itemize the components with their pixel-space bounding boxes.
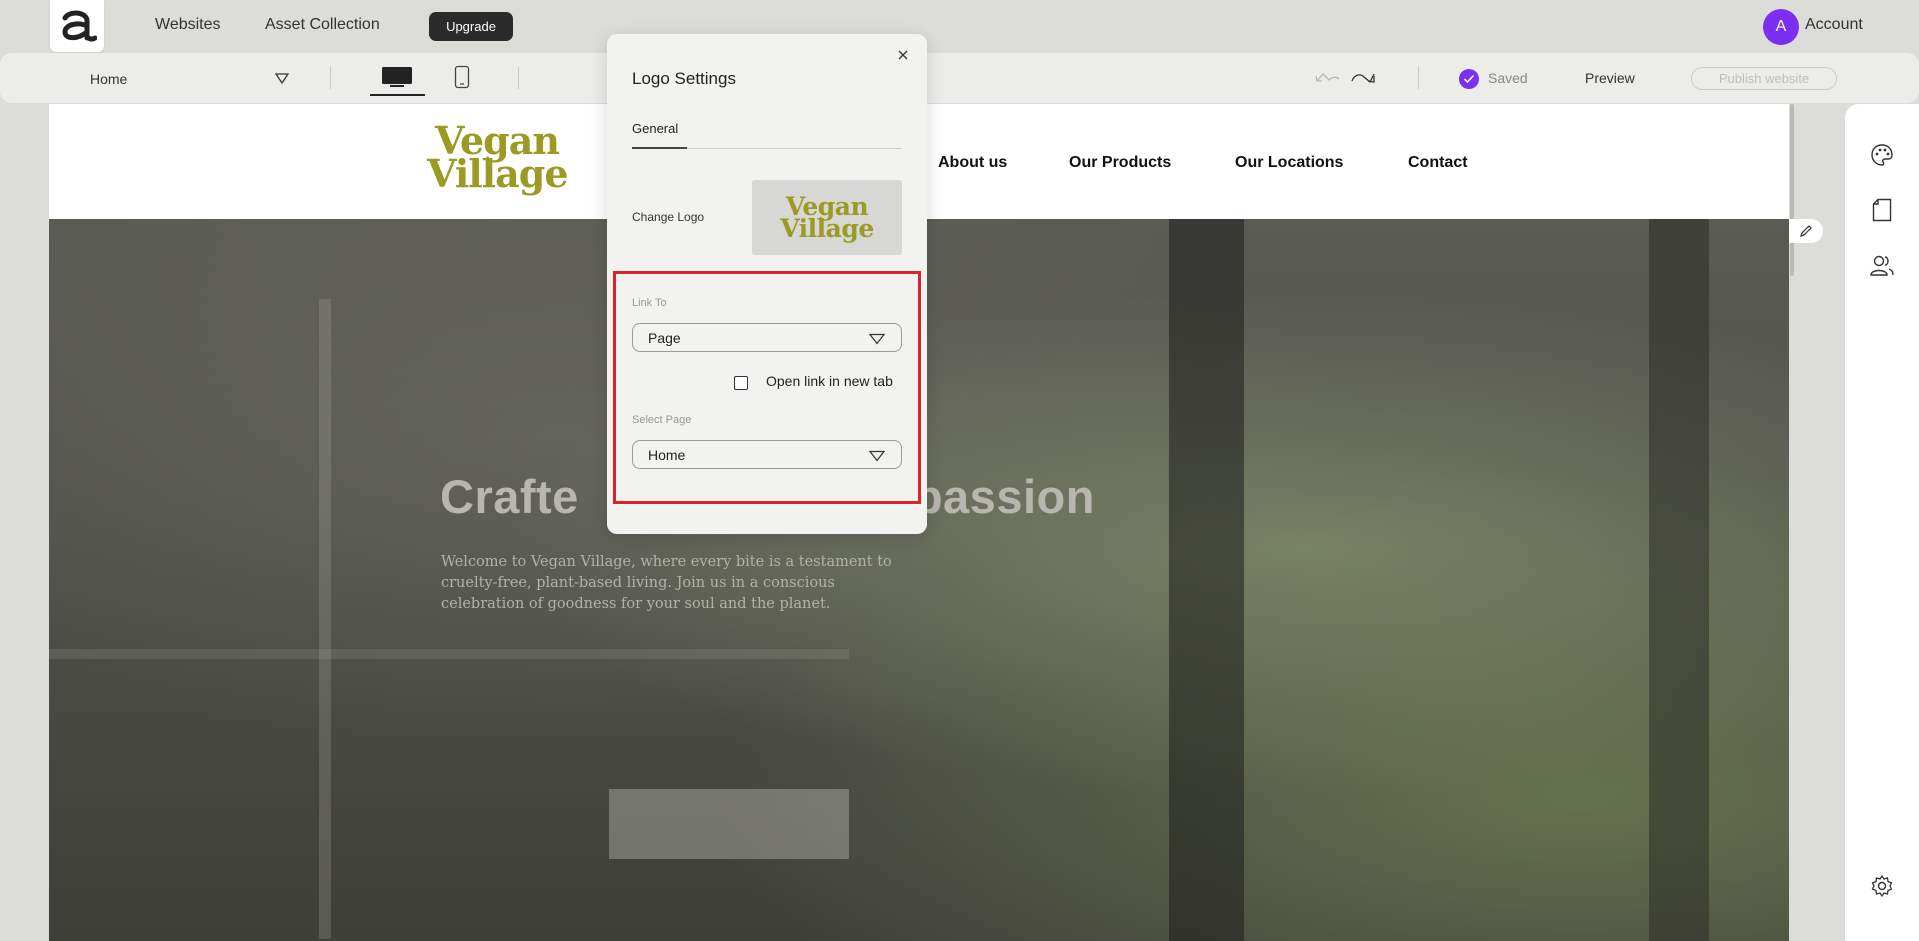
open-new-tab-label[interactable]: Open link in new tab	[766, 373, 893, 389]
site-nav-contact[interactable]: Contact	[1408, 154, 1468, 172]
nav-asset-collection[interactable]: Asset Collection	[265, 16, 380, 34]
site-logo-line2: Village	[427, 151, 569, 196]
hero-title-left: Crafte	[440, 470, 579, 523]
panel-title: Logo Settings	[632, 69, 736, 88]
logo-preview-line2: Village	[780, 213, 874, 243]
site-nav-products[interactable]: Our Products	[1069, 154, 1171, 172]
close-icon	[898, 50, 908, 60]
hero-title-right: passion	[913, 470, 1095, 523]
publish-button[interactable]: Publish website	[1691, 67, 1837, 90]
avatar[interactable]: A	[1763, 9, 1799, 45]
pencil-icon	[1800, 225, 1812, 237]
mobile-view-button[interactable]	[452, 59, 472, 95]
desktop-view-button[interactable]	[380, 59, 414, 95]
hero-bench	[609, 789, 849, 859]
tab-general[interactable]: General	[632, 121, 678, 136]
hero-shadow	[1169, 219, 1244, 941]
redo-button[interactable]	[1350, 59, 1376, 95]
undo-button[interactable]	[1315, 59, 1341, 95]
app-logo-icon	[62, 10, 97, 42]
mobile-icon	[454, 65, 470, 89]
open-new-tab-checkbox[interactable]	[734, 376, 748, 390]
hero-shadow	[1649, 219, 1709, 941]
logo-settings-panel: Logo Settings General Change Logo Vegan …	[607, 34, 927, 534]
editor-toolbar: Home Saved Preview Publish website	[0, 53, 1919, 103]
page-selector[interactable]: Home	[90, 71, 290, 87]
users-icon[interactable]	[1870, 254, 1894, 278]
desktop-icon	[382, 67, 412, 87]
divider	[518, 67, 519, 89]
save-status: Saved	[1488, 70, 1528, 86]
active-device-indicator	[370, 94, 425, 96]
site-nav-locations[interactable]: Our Locations	[1235, 154, 1343, 172]
select-page-label: Select Page	[632, 414, 692, 426]
logo-preview-image: Vegan Village	[780, 194, 874, 243]
link-to-value: Page	[648, 330, 681, 346]
page-selector-value: Home	[90, 71, 128, 87]
app-logo[interactable]	[50, 0, 104, 52]
edit-section-button[interactable]	[1789, 219, 1823, 243]
right-rail	[1845, 104, 1919, 941]
divider	[330, 67, 331, 89]
chevron-down-icon	[868, 332, 886, 348]
upgrade-button[interactable]: Upgrade	[429, 12, 513, 41]
select-page-select[interactable]: Home	[632, 440, 902, 469]
active-tab-indicator	[632, 147, 687, 149]
canvas-scrollbar-thumb[interactable]	[1790, 104, 1794, 276]
link-to-select[interactable]: Page	[632, 323, 902, 352]
check-icon	[1459, 69, 1479, 89]
preview-button[interactable]: Preview	[1585, 70, 1635, 86]
change-logo-label: Change Logo	[632, 210, 705, 224]
chevron-down-icon	[274, 71, 290, 87]
logo-preview[interactable]: Vegan Village	[752, 180, 902, 255]
link-to-label: Link To	[632, 297, 667, 309]
palette-icon[interactable]	[1870, 143, 1894, 167]
select-page-value: Home	[648, 447, 686, 463]
hero-body: Welcome to Vegan Village, where every bi…	[441, 554, 892, 612]
site-nav-about[interactable]: About us	[938, 154, 1007, 172]
close-button[interactable]	[894, 46, 912, 64]
hero-frame	[319, 299, 331, 939]
settings-icon[interactable]	[1870, 874, 1894, 898]
redo-icon	[1351, 73, 1375, 84]
account-link[interactable]: Account	[1805, 16, 1863, 34]
chevron-down-icon	[868, 449, 886, 465]
hero-frame	[49, 649, 849, 659]
nav-websites[interactable]: Websites	[155, 16, 221, 34]
divider	[1418, 67, 1419, 89]
undo-icon	[1315, 73, 1340, 82]
site-logo[interactable]: Vegan Village	[427, 122, 569, 196]
top-bar: Websites Asset Collection Upgrade A Acco…	[0, 0, 1919, 52]
page-icon[interactable]	[1870, 198, 1894, 222]
